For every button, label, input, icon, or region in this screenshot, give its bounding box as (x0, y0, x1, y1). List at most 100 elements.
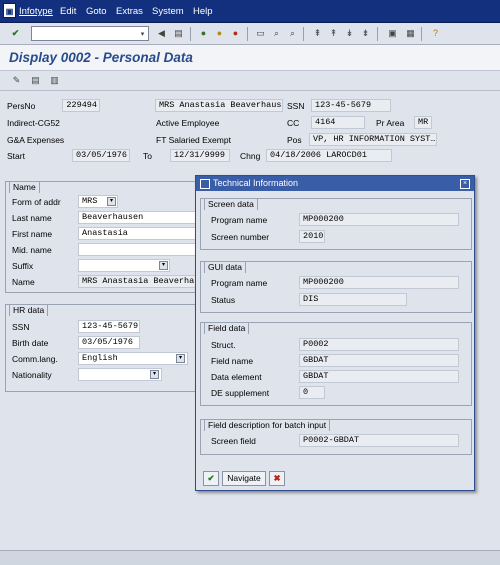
confirm-button[interactable]: ✔ (203, 471, 219, 486)
to-label: To (143, 151, 152, 161)
mid-name-field[interactable] (78, 243, 202, 256)
last-name-label: Last name (12, 213, 52, 223)
form-of-addr-label: Form of addr (12, 197, 61, 207)
struct-field: P0002 (299, 338, 459, 351)
dialog-icon (200, 179, 210, 189)
comm-lang-label: Comm.lang. (12, 354, 58, 364)
hr-ssn-label: SSN (12, 322, 30, 332)
pos-field: VP, HR INFORMATION SYST… (309, 133, 437, 146)
comm-lang-field[interactable]: English (78, 352, 188, 365)
command-field[interactable] (31, 26, 149, 41)
comm-lang-dropdown-icon[interactable]: ▾ (176, 354, 185, 363)
gui-status-field: DIS (299, 293, 407, 306)
next-page-icon[interactable]: ↡ (343, 27, 356, 40)
org-text: Indirect-CG52 (7, 118, 60, 128)
help-icon[interactable]: ? (429, 27, 442, 40)
title-bar: Display 0002 - Personal Data (0, 45, 500, 70)
header-ssn-field: 123-45-5679 (311, 99, 391, 112)
cancel-button[interactable]: ✖ (269, 471, 285, 486)
hr-ssn-field[interactable]: 123-45-5679 (78, 320, 140, 333)
first-name-field[interactable]: Anastasia (78, 227, 202, 240)
nationality-dropdown-icon[interactable]: ▾ (150, 370, 159, 379)
overview-icon[interactable]: ▥ (48, 74, 61, 87)
standard-toolbar: ✔ ▾ ◀ ▤ ● ● ● ▭ ⌕ ⌕ ⇞ ↟ ↡ ⇟ ▣ ▦ ? (0, 23, 500, 45)
menu-goto[interactable]: Goto (86, 6, 107, 17)
exit-icon[interactable]: ● (213, 27, 226, 40)
chng-label: Chng (240, 151, 261, 161)
form-of-addr-dropdown-icon[interactable]: ▾ (107, 197, 116, 206)
menu-edit[interactable]: Edit (60, 6, 76, 17)
full-name-field: MRS Anastasia Beaverhaus (78, 275, 202, 288)
de-supplement-field: 0 (299, 386, 325, 399)
sap-logo-icon[interactable]: ▣ (3, 3, 16, 18)
screen-program-label: Program name (211, 215, 268, 225)
check-icon: ✔ (207, 473, 215, 483)
toolbar-separator (377, 27, 378, 41)
screen-field-field: P0002-GBDAT (299, 434, 459, 447)
chng-field: 04/18/2006 LAROCD01 (266, 149, 392, 162)
back-history-icon[interactable]: ◀ (155, 27, 168, 40)
struct-label: Struct. (211, 340, 236, 350)
print-icon[interactable]: ▭ (254, 27, 267, 40)
suffix-field[interactable] (78, 259, 170, 272)
screen-field-label: Screen field (211, 436, 256, 446)
dialog-title-bar[interactable]: Technical Information × (196, 176, 474, 191)
menu-system[interactable]: System (152, 6, 184, 17)
enter-icon[interactable]: ✔ (9, 27, 22, 40)
first-page-icon[interactable]: ⇞ (311, 27, 324, 40)
nationality-label: Nationality (12, 370, 52, 380)
toolbar-separator (190, 27, 191, 41)
persno-label: PersNo (7, 101, 36, 111)
gui-status-label: Status (211, 295, 236, 305)
last-name-field[interactable]: Beaverhausen (78, 211, 202, 224)
dialog-title: Technical Information (213, 178, 299, 188)
last-page-icon[interactable]: ⇟ (359, 27, 372, 40)
cancel-x-icon: ✖ (273, 473, 281, 483)
hr-data-group-title: HR data (9, 304, 49, 316)
batch-input-group: Field description for batch input Screen… (200, 419, 472, 455)
de-supplement-label: DE supplement (211, 388, 270, 398)
find-icon[interactable]: ⌕ (270, 27, 283, 40)
cancel-icon[interactable]: ● (229, 27, 242, 40)
menu-infotype[interactable]: Infotype (19, 6, 53, 17)
gui-data-group: GUI data Program name MP000200 Status DI… (200, 261, 472, 313)
shortcut-icon[interactable]: ▦ (404, 27, 417, 40)
suffix-dropdown-icon[interactable]: ▾ (159, 261, 168, 270)
navigate-button[interactable]: Navigate (222, 471, 266, 486)
employee-status-text: Active Employee (156, 118, 220, 128)
toolbar-separator (421, 27, 422, 41)
screen-number-label: Screen number (211, 232, 270, 242)
employee-name-field: MRS Anastasia Beaverhaus (155, 99, 283, 112)
status-bar (0, 550, 500, 565)
expenses-text: G&A Expenses (7, 135, 65, 145)
menu-help[interactable]: Help (193, 6, 213, 17)
save-icon[interactable]: ▤ (172, 27, 185, 40)
field-name-field: GBDAT (299, 354, 459, 367)
suffix-label: Suffix (12, 261, 34, 271)
toolbar-separator (303, 27, 304, 41)
display-change-icon[interactable]: ✎ (10, 74, 23, 87)
close-icon[interactable]: × (460, 179, 470, 189)
batch-input-title: Field description for batch input (204, 419, 331, 431)
cc-field: 4164 (311, 116, 365, 129)
field-data-group: Field data Struct. P0002 Field name GBDA… (200, 322, 472, 406)
new-session-icon[interactable]: ▣ (386, 27, 399, 40)
back-icon[interactable]: ● (197, 27, 210, 40)
gui-program-label: Program name (211, 278, 268, 288)
previous-page-icon[interactable]: ↟ (327, 27, 340, 40)
other-record-icon[interactable]: ▤ (29, 74, 42, 87)
full-name-label: Name (12, 277, 35, 287)
menu-bar: ▣ Infotype Edit Goto Extras System Help (0, 0, 500, 23)
command-dropdown-icon[interactable]: ▾ (136, 28, 149, 41)
data-element-label: Data element (211, 372, 262, 382)
gui-program-field: MP000200 (299, 276, 459, 289)
page-title: Display 0002 - Personal Data (9, 50, 193, 65)
to-field: 12/31/9999 (170, 149, 230, 162)
ssn-label: SSN (287, 101, 305, 111)
birth-date-field[interactable]: 03/05/1976 (78, 336, 140, 349)
toolbar-separator (247, 27, 248, 41)
birth-date-label: Birth date (12, 338, 49, 348)
find-next-icon[interactable]: ⌕ (286, 27, 299, 40)
persno-field: 229494 (62, 99, 100, 112)
menu-extras[interactable]: Extras (116, 6, 143, 17)
